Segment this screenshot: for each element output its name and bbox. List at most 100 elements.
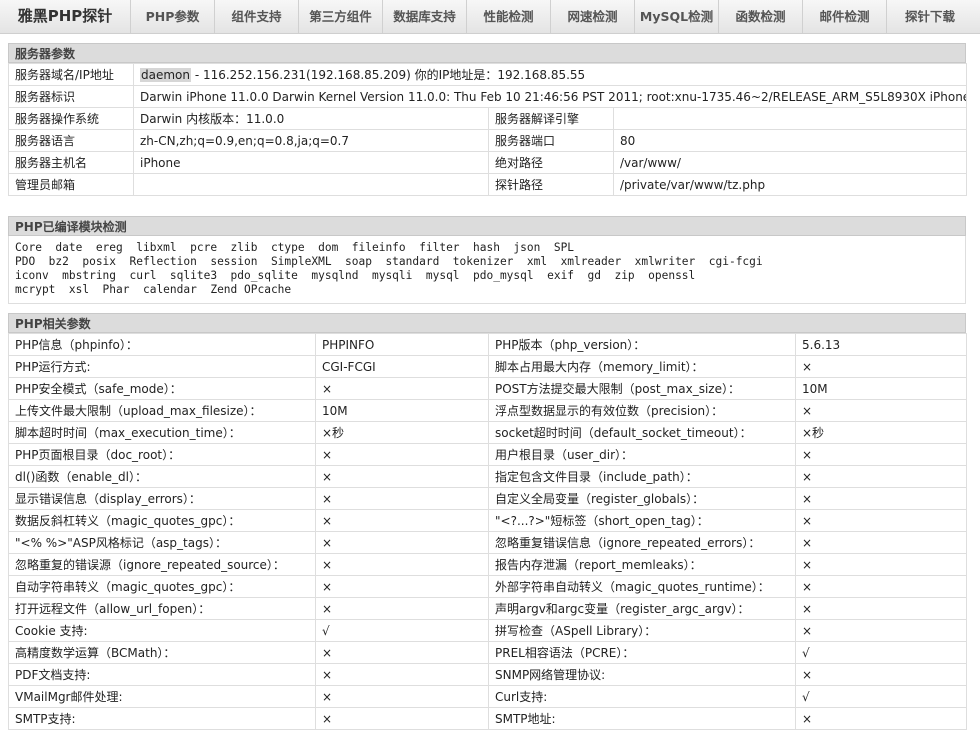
table-row: 脚本超时时间（max_execution_time）： ×秒 socket超时时间（… — [8, 421, 967, 444]
param-value: × — [315, 641, 489, 664]
hostname-label: 服务器主机名 — [8, 151, 134, 174]
param-label: PDF文档支持: — [8, 663, 316, 686]
modules-line: PDO bz2 posix Reflection session SimpleX… — [15, 255, 763, 268]
server-id-value: Darwin iPhone 11.0.0 Darwin Kernel Versi… — [133, 85, 967, 108]
param-value: × — [795, 399, 967, 422]
param-label: VMailMgr邮件处理: — [8, 685, 316, 708]
param-label: 声明argv和argc变量（register_argc_argv）： — [488, 597, 796, 620]
param-value: × — [795, 553, 967, 576]
table-row: 管理员邮箱 探针路径 /private/var/www/tz.php — [8, 173, 967, 196]
table-row: VMailMgr邮件处理: × Curl支持: √ — [8, 685, 967, 708]
table-row: 高精度数学运算（BCMath）： × PREL相容语法（PCRE）： √ — [8, 641, 967, 664]
param-label: 忽略重复的错误源（ignore_repeated_source）： — [8, 553, 316, 576]
param-value: × — [795, 443, 967, 466]
admin-email-value — [133, 173, 489, 196]
param-label: Curl支持: — [488, 685, 796, 708]
param-value: × — [315, 553, 489, 576]
param-label: 拼写检查（ASpell Library）： — [488, 619, 796, 642]
param-value: × — [315, 377, 489, 400]
param-value: × — [795, 619, 967, 642]
table-row: 显示错误信息（display_errors）： × 自定义全局变量（register… — [8, 487, 967, 510]
param-label: 自定义全局变量（register_globals）： — [488, 487, 796, 510]
hostname-value: iPhone — [133, 151, 489, 174]
param-value: × — [315, 575, 489, 598]
probe-path-label: 探针路径 — [488, 173, 614, 196]
param-label: PHP页面根目录（doc_root）： — [8, 443, 316, 466]
engine-value — [613, 107, 967, 130]
modules-title: PHP已编译模块检测 — [8, 216, 966, 236]
top-navigation: 雅黑PHP探针 PHP参数 组件支持 第三方组件 数据库支持 性能检测 网速检测… — [0, 0, 980, 34]
table-row: 服务器操作系统 Darwin 内核版本：11.0.0 服务器解译引擎 — [8, 107, 967, 130]
param-label: PHP安全模式（safe_mode）： — [8, 377, 316, 400]
server-params-section: 服务器参数 服务器域名/IP地址 daemon - 116.252.156.23… — [8, 43, 967, 196]
table-row: dl()函数（enable_dl）： × 指定包含文件目录（include_path… — [8, 465, 967, 488]
table-row: "<% %>"ASP风格标记（asp_tags）： × 忽略重复错误信息（ignor… — [8, 531, 967, 554]
domain-value: daemon - 116.252.156.231(192.168.85.209)… — [133, 63, 967, 86]
param-value: × — [315, 509, 489, 532]
table-row: 自动字符串转义（magic_quotes_gpc）： × 外部字符串自动转义（mag… — [8, 575, 967, 598]
param-value: × — [795, 531, 967, 554]
probe-path-value: /private/var/www/tz.php — [613, 173, 967, 196]
nav-mail-test[interactable]: 邮件检测 — [803, 0, 887, 33]
param-label: Cookie 支持: — [8, 619, 316, 642]
nav-mysql-test[interactable]: MySQL检测 — [635, 0, 719, 33]
nav-performance[interactable]: 性能检测 — [467, 0, 551, 33]
table-row: 打开远程文件（allow_url_fopen）： × 声明argv和argc变量（r… — [8, 597, 967, 620]
nav-network-speed[interactable]: 网速检测 — [551, 0, 635, 33]
os-value: Darwin 内核版本：11.0.0 — [133, 107, 489, 130]
language-value: zh-CN,zh;q=0.9,en;q=0.8,ja;q=0.7 — [133, 129, 489, 152]
param-value: × — [315, 443, 489, 466]
php-params-section: PHP相关参数 PHP信息（phpinfo）： PHPINFO PHP版本（php_… — [8, 313, 967, 730]
param-label: socket超时时间（default_socket_timeout）： — [488, 421, 796, 444]
modules-line: mcrypt xsl Phar calendar Zend OPcache — [15, 283, 292, 296]
modules-section: PHP已编译模块检测 Core date ereg libxml pcre zl… — [8, 216, 966, 304]
nav-function-test[interactable]: 函数检测 — [719, 0, 803, 33]
param-value: × — [795, 487, 967, 510]
table-row: 忽略重复的错误源（ignore_repeated_source）： × 报告内存泄漏… — [8, 553, 967, 576]
param-label: POST方法提交最大限制（post_max_size）： — [488, 377, 796, 400]
param-value: × — [315, 487, 489, 510]
table-row: PHP运行方式: CGI-FCGI 脚本占用最大内存（memory_limit）： × — [8, 355, 967, 378]
param-label: SNMP网络管理协议: — [488, 663, 796, 686]
table-row: 上传文件最大限制（upload_max_filesize）： 10M 浮点型数据显示… — [8, 399, 967, 422]
param-value: × — [315, 531, 489, 554]
param-value: × — [795, 509, 967, 532]
table-row: 服务器主机名 iPhone 绝对路径 /var/www/ — [8, 151, 967, 174]
param-label: PHP运行方式: — [8, 355, 316, 378]
param-label: PHP信息（phpinfo）： — [8, 333, 316, 356]
param-value: 10M — [795, 377, 967, 400]
modules-list: Core date ereg libxml pcre zlib ctype do… — [8, 236, 966, 304]
table-row: PHP页面根目录（doc_root）： × 用户根目录（user_dir）： × — [8, 443, 967, 466]
param-value: CGI-FCGI — [315, 355, 489, 378]
param-value: × — [315, 465, 489, 488]
param-value: × — [795, 597, 967, 620]
param-value: × — [795, 575, 967, 598]
nav-probe-download[interactable]: 探针下载 — [887, 0, 973, 33]
table-row: 服务器标识 Darwin iPhone 11.0.0 Darwin Kernel… — [8, 85, 967, 108]
table-row: 服务器域名/IP地址 daemon - 116.252.156.231(192.… — [8, 63, 967, 86]
server-id-label: 服务器标识 — [8, 85, 134, 108]
port-value: 80 — [613, 129, 967, 152]
nav-third-party[interactable]: 第三方组件 — [299, 0, 383, 33]
param-value: × — [795, 663, 967, 686]
domain-label: 服务器域名/IP地址 — [8, 63, 134, 86]
param-label: 上传文件最大限制（upload_max_filesize）： — [8, 399, 316, 422]
param-label: 脚本占用最大内存（memory_limit）： — [488, 355, 796, 378]
param-label: "<?...?>"短标签（short_open_tag）： — [488, 509, 796, 532]
param-label: 脚本超时时间（max_execution_time）： — [8, 421, 316, 444]
param-value: × — [315, 597, 489, 620]
param-label: "<% %>"ASP风格标记（asp_tags）： — [8, 531, 316, 554]
nav-php-params[interactable]: PHP参数 — [131, 0, 215, 33]
brand-title[interactable]: 雅黑PHP探针 — [0, 0, 131, 33]
param-value: √ — [795, 685, 967, 708]
param-value: ×秒 — [315, 421, 489, 444]
table-row: 数据反斜杠转义（magic_quotes_gpc）： × "<?...?>"短标签（… — [8, 509, 967, 532]
table-row: 服务器语言 zh-CN,zh;q=0.9,en;q=0.8,ja;q=0.7 服… — [8, 129, 967, 152]
php-params-title: PHP相关参数 — [8, 313, 966, 333]
nav-database[interactable]: 数据库支持 — [383, 0, 467, 33]
nav-components[interactable]: 组件支持 — [215, 0, 299, 33]
param-label: 浮点型数据显示的有效位数（precision）： — [488, 399, 796, 422]
param-value: × — [795, 355, 967, 378]
phpinfo-link[interactable]: PHPINFO — [315, 333, 489, 356]
port-label: 服务器端口 — [488, 129, 614, 152]
